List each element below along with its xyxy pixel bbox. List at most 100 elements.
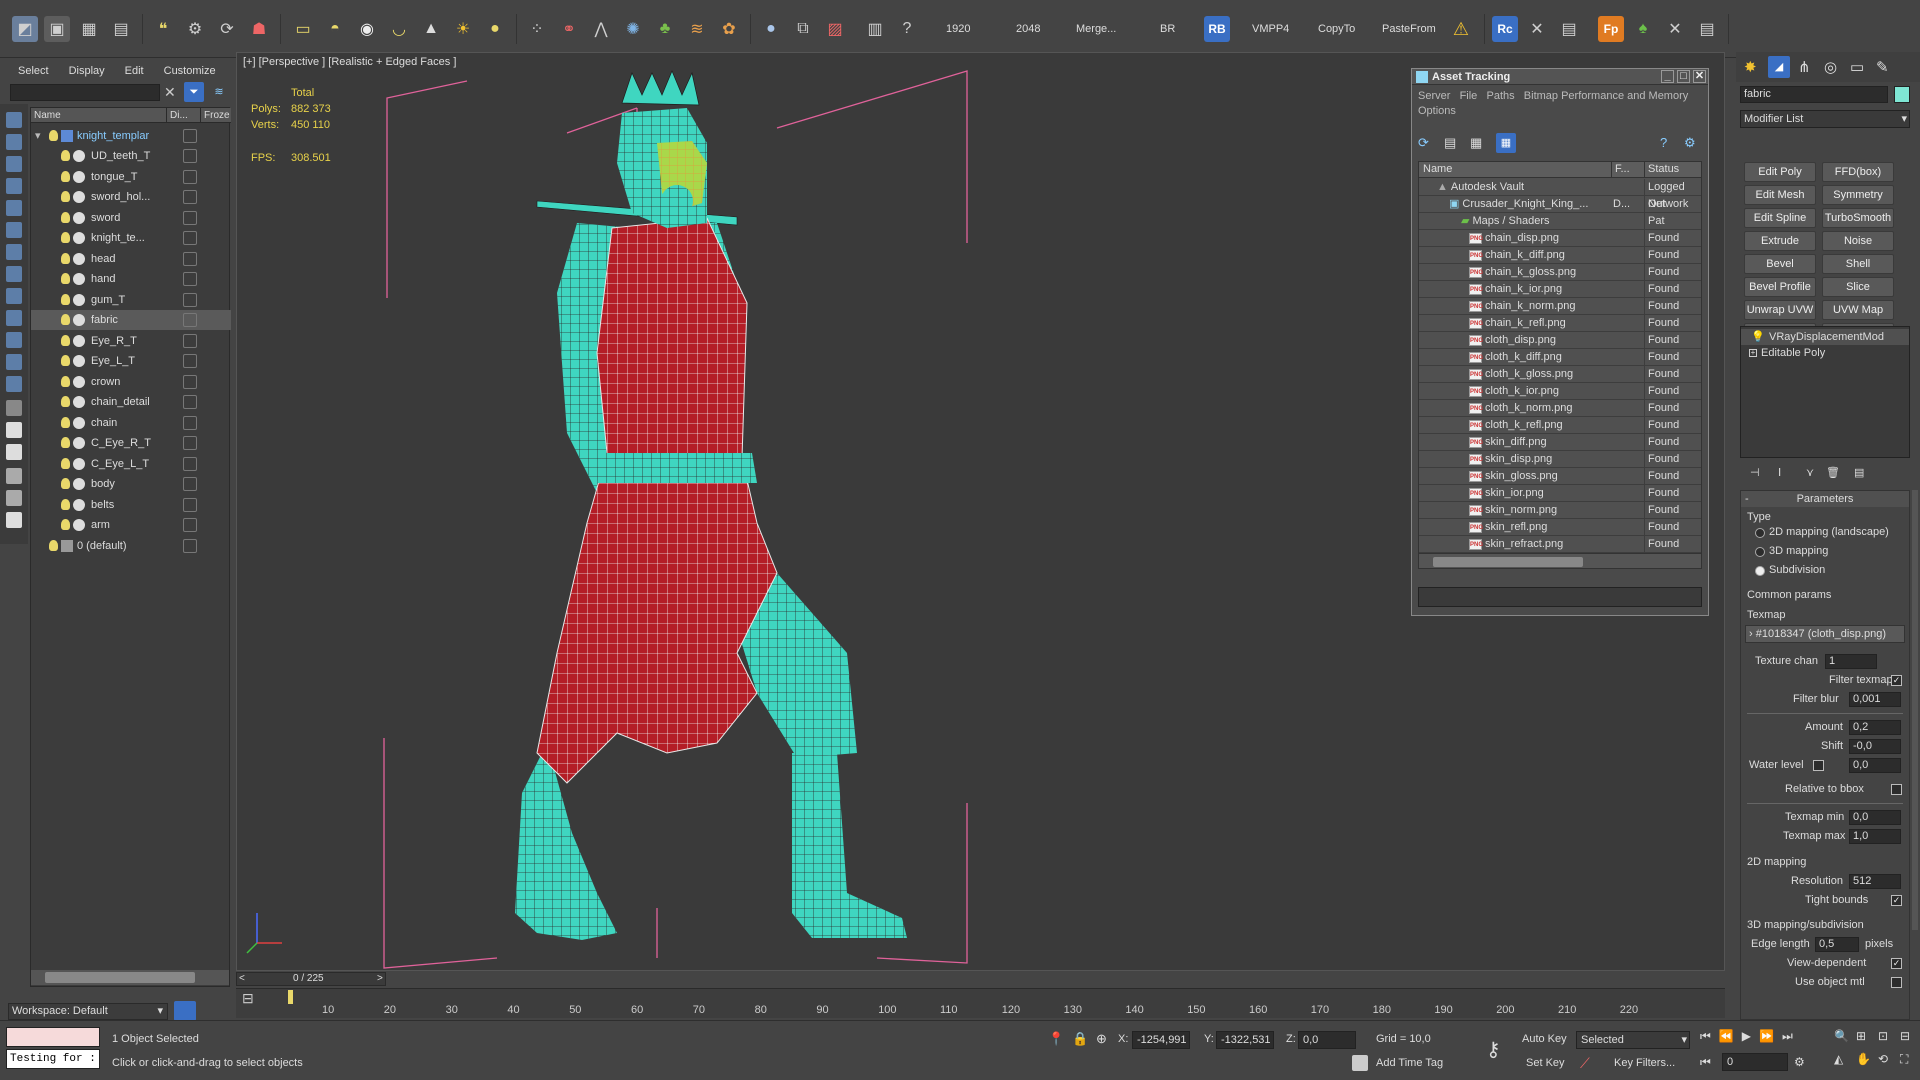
amount-field[interactable]: 0,2	[1849, 720, 1901, 735]
display-none-icon[interactable]	[6, 422, 22, 438]
gear-icon[interactable]: ⚙	[182, 14, 208, 44]
filter-blur-field[interactable]: 0,001	[1849, 692, 1901, 707]
asset-scroll-thumb[interactable]	[1433, 557, 1583, 567]
parameters-header[interactable]: - Parameters	[1741, 491, 1909, 507]
display-toggle-icon[interactable]	[183, 415, 197, 430]
modifier-list-dropdown[interactable]: Modifier List ▾	[1740, 110, 1910, 128]
display-toggle-icon[interactable]	[183, 149, 197, 163]
absolute-mode-icon[interactable]: ⊕	[1096, 1031, 1107, 1047]
table-icon[interactable]: ▤	[1556, 14, 1582, 44]
display-containers-icon[interactable]	[6, 332, 22, 348]
tripod-icon[interactable]: ⋀	[588, 14, 614, 44]
tight-bounds-checkbox[interactable]: ✓	[1891, 895, 1902, 906]
plane-icon[interactable]: ▭	[290, 14, 316, 44]
filter-funnel-icon[interactable]	[6, 468, 22, 484]
modifier-button[interactable]: Bevel Profile	[1744, 277, 1816, 297]
time-configuration-icon[interactable]: ⚙	[1794, 1055, 1805, 1069]
br-button[interactable]: BR	[1160, 23, 1175, 35]
lightbulb-icon[interactable]	[49, 130, 58, 141]
sphere-material-icon[interactable]: ●	[758, 14, 784, 44]
maxscript-listener-pink[interactable]	[6, 1027, 100, 1047]
vmpp4-button[interactable]: VMPP4	[1252, 23, 1289, 35]
time-slider-prev-icon[interactable]: <	[239, 973, 245, 984]
select-objects-icon[interactable]	[6, 112, 22, 128]
asset-row[interactable]: ▲ Autodesk Vault Logged Out	[1419, 179, 1701, 210]
display-tab-icon[interactable]: ▭	[1850, 58, 1864, 76]
lightbulb-icon[interactable]	[61, 478, 70, 489]
lightbulb-icon[interactable]	[61, 211, 70, 223]
water-level-checkbox[interactable]	[1813, 760, 1824, 771]
list-view-icon[interactable]: ▤	[1444, 135, 1462, 153]
display-toggle-icon[interactable]	[183, 169, 197, 184]
configure-sets-icon[interactable]: ▤	[1854, 466, 1864, 479]
lock-tools-icon[interactable]	[6, 512, 22, 528]
settings-icon[interactable]: ⚙	[1684, 135, 1696, 151]
material-editor-icon[interactable]: ▦	[76, 14, 102, 44]
menu-server[interactable]: Server	[1418, 90, 1450, 102]
hierarchy-tab-icon[interactable]: ⋔	[1798, 58, 1811, 76]
tree-item-row[interactable]: chain_detail	[31, 392, 231, 412]
tree-item-row[interactable]: gum_T	[31, 290, 231, 310]
display-hidden-icon[interactable]	[6, 376, 22, 392]
modifier-button[interactable]: Extrude	[1744, 231, 1816, 251]
modifier-button[interactable]: TurboSmooth	[1822, 208, 1894, 228]
tight-bounds-label[interactable]: Tight bounds	[1805, 894, 1868, 906]
link-icon[interactable]: ⚭	[556, 14, 582, 44]
lock-icon[interactable]: 🔒	[1072, 1031, 1088, 1047]
cone-icon[interactable]: ▲	[418, 14, 444, 44]
tree-root-row[interactable]: ▾ knight_templar	[31, 126, 231, 146]
help-icon[interactable]: ?	[1660, 135, 1667, 150]
list-icon[interactable]: ▤	[1694, 14, 1720, 44]
lightbulb-icon[interactable]	[49, 539, 58, 551]
pan-icon[interactable]: ✋	[1856, 1052, 1876, 1074]
time-tag-icon[interactable]	[1352, 1055, 1368, 1071]
forest-icon[interactable]: ♠	[1630, 14, 1656, 44]
tree-item-row[interactable]: Eye_R_T	[31, 331, 231, 351]
column-frozen[interactable]: Froze	[201, 108, 231, 122]
go-to-start-icon[interactable]: ⏮	[1700, 1029, 1711, 1049]
create-tab-icon[interactable]: ✸	[1744, 58, 1757, 76]
asset-row[interactable]: PNG skin_disp.png Found	[1419, 451, 1701, 468]
display-bones-icon[interactable]	[6, 266, 22, 282]
close-icon[interactable]: ✕	[1693, 70, 1706, 83]
lightbulb-icon[interactable]	[61, 437, 70, 448]
tree-item-row[interactable]: C_Eye_R_T	[31, 433, 231, 453]
lightbulb-icon[interactable]	[61, 355, 70, 366]
display-lights-icon[interactable]	[6, 156, 22, 172]
tree-item-row[interactable]: chain	[31, 413, 231, 433]
tree-item-row[interactable]: sword_hol...	[31, 187, 231, 207]
rb-button[interactable]: RB	[1204, 14, 1230, 44]
key-filters-button[interactable]: Key Filters...	[1614, 1057, 1675, 1069]
scene-search-input[interactable]	[10, 84, 160, 101]
asset-row[interactable]: PNG skin_refract.png Found	[1419, 536, 1701, 553]
display-frozen-icon[interactable]	[6, 354, 22, 370]
dome-icon[interactable]: ◓	[322, 14, 348, 44]
time-slider[interactable]: < 0 / 225 >	[236, 972, 386, 986]
zoom-extents-icon[interactable]: ⊡	[1878, 1029, 1898, 1050]
modifier-button[interactable]: Slice	[1822, 277, 1894, 297]
use-object-mtl-label[interactable]: Use object mtl	[1795, 976, 1865, 988]
display-toggle-icon[interactable]	[183, 251, 197, 266]
radio-subdivision[interactable]	[1755, 566, 1765, 576]
current-frame-field[interactable]: 0	[1722, 1053, 1788, 1071]
asset-path-field[interactable]	[1418, 587, 1702, 607]
workspace-layout-icon[interactable]	[174, 1001, 196, 1021]
table-view-icon[interactable]: ▦	[1496, 133, 1516, 153]
tools-icon[interactable]: ✕	[1524, 14, 1550, 44]
modifier-button[interactable]: Shell	[1822, 254, 1894, 274]
invert-display-icon[interactable]	[6, 444, 22, 460]
tree-item-row[interactable]: Eye_L_T	[31, 351, 231, 371]
filter-icon[interactable]: ⏷	[184, 82, 204, 102]
display-toggle-icon[interactable]	[183, 436, 197, 450]
x-field[interactable]: -1254,991	[1132, 1031, 1190, 1049]
asset-row[interactable]: PNG cloth_disp.png Found	[1419, 332, 1701, 349]
column-display[interactable]: Di...	[167, 108, 201, 122]
tree-item-row[interactable]: arm	[31, 515, 231, 535]
speech-icon[interactable]: ❝	[150, 14, 176, 44]
display-toggle-icon[interactable]	[183, 497, 197, 512]
tree-default-layer-row[interactable]: 0 (default)	[31, 536, 231, 556]
tree-item-row[interactable]: sword	[31, 208, 231, 228]
menu-edit[interactable]: Edit	[115, 65, 154, 77]
utilities-tab-icon[interactable]: ✎	[1876, 58, 1889, 76]
tree-item-row[interactable]: hand	[31, 269, 231, 289]
